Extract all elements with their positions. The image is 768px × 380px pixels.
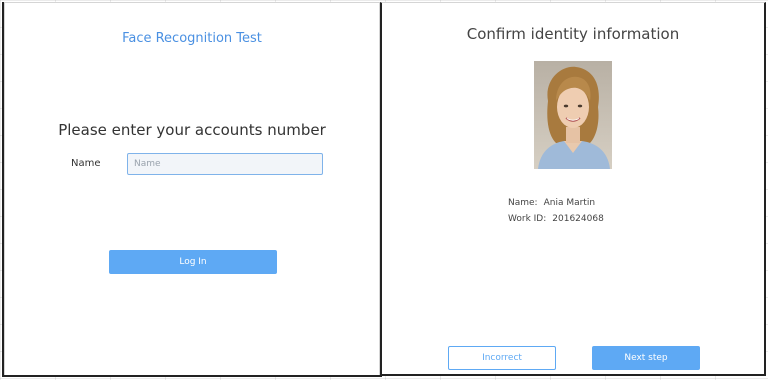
name-input[interactable] [127,153,323,175]
name-label: Name [71,158,101,169]
info-name-row: Name: Ania Martin [508,198,595,208]
login-button[interactable]: Log In [109,250,277,274]
login-panel: Face Recognition Test Please enter your … [4,2,380,376]
confirm-panel: Confirm identity information Name: Ania … [380,2,766,376]
confirm-title: Confirm identity information [466,25,680,43]
left-border [2,2,4,376]
bottom-border [2,375,382,377]
app-title: Face Recognition Test [122,31,262,46]
account-prompt: Please enter your accounts number [58,121,326,139]
person-photo [534,61,612,169]
incorrect-button[interactable]: Incorrect [448,346,556,370]
workid-key: Work ID: [508,214,547,224]
workid-value: 201624068 [552,214,604,224]
stage: Face Recognition Test Please enter your … [0,0,768,380]
person-photo-icon [534,61,612,169]
name-key: Name: [508,198,538,208]
next-step-button[interactable]: Next step [592,346,700,370]
name-value: Ania Martin [543,198,596,208]
info-workid-row: Work ID: 201624068 [508,214,604,224]
